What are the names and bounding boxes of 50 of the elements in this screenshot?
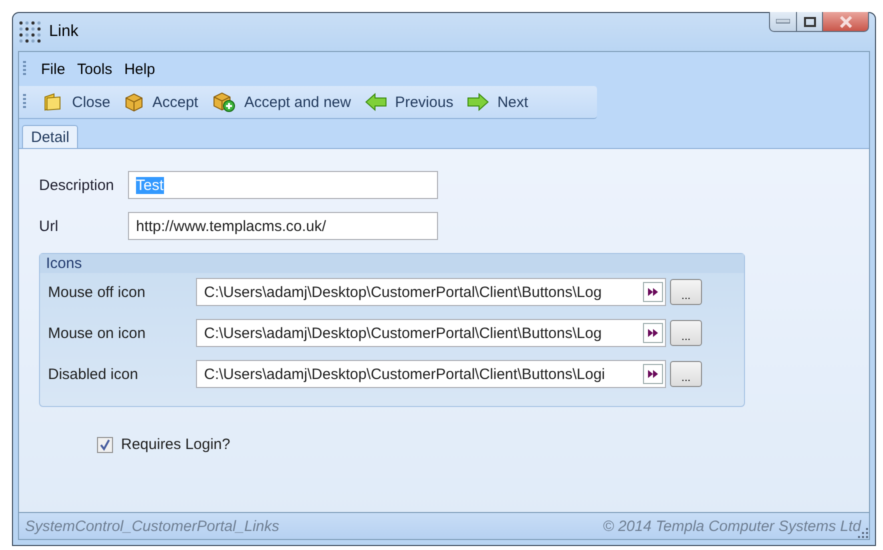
field-label: Description [39, 176, 116, 194]
box-add-icon [212, 91, 236, 113]
path-field[interactable]: C:\Users\adamj\Desktop\CustomerPortal\Client\Buttons\Log [196, 319, 666, 347]
forward-arrow-icon [467, 93, 490, 111]
fast-forward-button[interactable] [643, 282, 663, 302]
field-label: Mouse on icon [48, 324, 147, 342]
app-icon [19, 21, 41, 43]
field-value: C:\Users\adamj\Desktop\CustomerPortal\Client\Buttons\Logi [204, 366, 606, 382]
tab[interactable]: Detail [22, 125, 78, 148]
path-field[interactable]: C:\Users\adamj\Desktop\CustomerPortal\Client\Buttons\Logi [196, 360, 666, 388]
field-value: Test [136, 176, 164, 194]
copyright-text: © 2014 Templa Computer Systems Ltd [602, 518, 861, 534]
toolbar-button[interactable]: Previous [358, 91, 460, 113]
browse-button[interactable]: ... [670, 279, 702, 305]
path-field[interactable]: C:\Users\adamj\Desktop\CustomerPortal\Client\Buttons\Log [196, 278, 666, 306]
text-field[interactable]: http://www.templacms.co.uk/ [128, 212, 438, 240]
fast-forward-icon [647, 328, 659, 338]
field-label: Mouse off icon [48, 284, 146, 300]
menu-item[interactable]: Help [119, 58, 160, 80]
checkbox-label: Requires Login? [121, 436, 230, 453]
browse-button[interactable]: ... [670, 320, 702, 346]
checkmark-icon [99, 438, 111, 450]
field-label: Url [39, 218, 60, 234]
toolbar-button[interactable]: Accept [118, 90, 204, 114]
toolbar-button[interactable]: Close [36, 90, 116, 114]
fast-forward-button[interactable] [643, 323, 663, 343]
field-value: C:\Users\adamj\Desktop\CustomerPortal\Client\Buttons\Log [204, 284, 602, 300]
checkbox[interactable] [97, 436, 113, 452]
minimize-button[interactable] [769, 12, 797, 32]
maximize-icon [804, 16, 816, 26]
maximize-button[interactable] [797, 12, 823, 32]
minimize-icon [776, 19, 790, 24]
close-icon [838, 16, 852, 28]
menu-item[interactable]: File [36, 58, 70, 80]
menu-item[interactable]: Tools [72, 58, 118, 80]
browse-button[interactable]: ... [670, 361, 702, 387]
box-icon [124, 92, 144, 112]
field-label: Disabled icon [48, 366, 140, 382]
group-title: Icons [40, 254, 744, 273]
toolbar-button[interactable]: Next [461, 91, 534, 113]
toolbar-button[interactable]: Accept and new [206, 89, 357, 115]
field-value: http://www.templacms.co.uk/ [136, 218, 326, 234]
status-text: SystemControl_CustomerPortal_Links [25, 518, 280, 534]
field-value: C:\Users\adamj\Desktop\CustomerPortal\Client\Buttons\Log [204, 324, 602, 342]
close-button[interactable] [823, 12, 869, 32]
fast-forward-icon [647, 287, 659, 297]
back-arrow-icon [364, 93, 387, 111]
window-title: Link [49, 23, 78, 41]
fast-forward-button[interactable] [643, 364, 663, 384]
fast-forward-icon [647, 369, 659, 379]
